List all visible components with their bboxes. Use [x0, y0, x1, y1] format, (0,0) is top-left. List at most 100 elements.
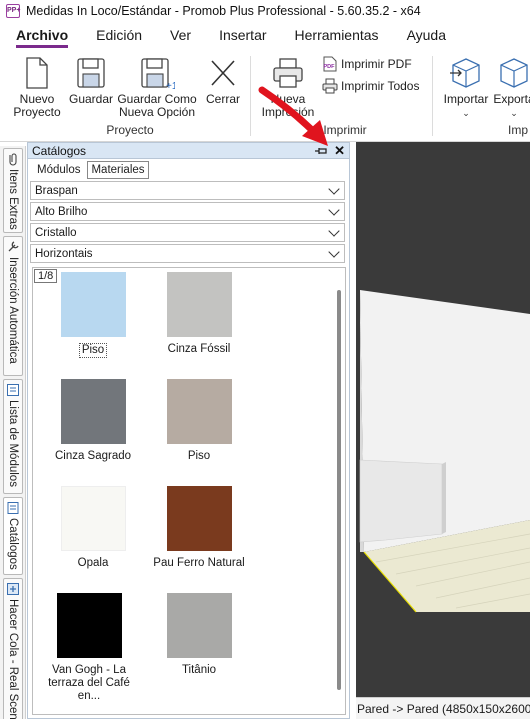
group-label-import: Imp: [508, 123, 529, 137]
tab-insertar[interactable]: Insertar: [219, 27, 266, 48]
material-label: Piso: [187, 450, 211, 462]
material-swatch: [166, 272, 232, 337]
filter-dropdown-orientation[interactable]: Horizontais: [30, 244, 345, 263]
material-swatch: [166, 593, 232, 658]
dropdown-value: Braspan: [35, 184, 78, 197]
side-tab-strip: Itens Extras Inserción Automática Lista …: [0, 146, 26, 719]
material-swatch: [56, 593, 122, 658]
material-swatch: [60, 379, 126, 444]
side-tab-label: Catálogos: [7, 518, 19, 570]
chevron-down-icon: ⌄: [462, 108, 470, 118]
svg-text:PDF: PDF: [324, 64, 336, 70]
material-item[interactable]: Piso: [33, 272, 153, 358]
import-button[interactable]: Importar ⌄: [440, 56, 492, 120]
svg-text:+1: +1: [166, 81, 175, 90]
material-swatch: [60, 272, 126, 337]
material-swatch: [166, 486, 232, 551]
material-item[interactable]: Cinza Sagrado: [33, 379, 153, 463]
close-x-icon: [211, 60, 235, 86]
catalog-panel: Catálogos ✕ Módulos Materiales Braspan A…: [27, 142, 350, 719]
floppy-icon: [77, 58, 105, 88]
filter-dropdown-collection[interactable]: Cristallo: [30, 223, 345, 242]
pdf-icon: PDF: [323, 56, 337, 72]
side-tab-label: Itens Extras: [7, 169, 19, 230]
dropdown-value: Alto Brilho: [35, 205, 88, 218]
filter-dropdown-line[interactable]: Alto Brilho: [30, 202, 345, 221]
tab-ver[interactable]: Ver: [170, 27, 191, 48]
side-tab-itens-extras[interactable]: Itens Extras: [3, 148, 23, 233]
material-label: Pau Ferro Natural: [153, 557, 245, 569]
panel-title: Catálogos: [32, 143, 87, 158]
tab-modulos[interactable]: Módulos: [34, 162, 83, 178]
materials-grid: 1/8 Piso Cinza Fóssil Cinza Sagrado Piso…: [32, 267, 346, 715]
print-pdf-label: Imprimir PDF: [341, 57, 412, 71]
import-label: Importar: [443, 92, 489, 106]
chevron-down-icon: [328, 203, 340, 216]
tab-ayuda[interactable]: Ayuda: [407, 27, 446, 48]
3d-scene: [356, 142, 530, 697]
chevron-down-icon: [328, 224, 340, 237]
side-tab-hacer-cola[interactable]: Hacer Cola - Real Scen: [3, 578, 23, 719]
tab-materiales[interactable]: Materiales: [87, 161, 149, 179]
group-separator: [432, 56, 433, 136]
material-label: Titânio: [181, 664, 217, 676]
chevron-down-icon: [328, 245, 340, 258]
print-all-label: Imprimir Todos: [341, 79, 420, 93]
material-swatch: [166, 379, 232, 444]
material-item[interactable]: Opala: [33, 486, 153, 570]
group-label-proyecto: Proyecto: [106, 123, 154, 137]
new-project-button[interactable]: Nuevo Proyecto: [12, 56, 62, 119]
app-logo: PP+: [6, 4, 20, 18]
material-item[interactable]: Pau Ferro Natural: [139, 486, 259, 570]
material-label: Piso: [78, 343, 108, 358]
scrollbar[interactable]: [333, 268, 345, 714]
side-tab-catalogos[interactable]: Catálogos: [3, 497, 23, 575]
list-icon: [7, 384, 19, 396]
queue-icon: [7, 583, 19, 595]
new-document-icon: [26, 57, 48, 89]
export-cube-icon: [500, 58, 528, 88]
material-label: Van Gogh - La terraza del Café en...: [48, 664, 130, 702]
import-cube-icon: [450, 58, 480, 88]
catalog-icon: [7, 502, 19, 514]
print-pdf-button[interactable]: PDF Imprimir PDF: [322, 56, 412, 72]
material-item[interactable]: Cinza Fóssil: [139, 272, 259, 356]
tab-edicion[interactable]: Edición: [96, 27, 142, 48]
annotation-arrow-icon: [258, 86, 328, 146]
material-label: Cinza Sagrado: [54, 450, 132, 462]
side-tab-label: Lista de Módulos: [7, 400, 19, 487]
new-project-label-2: Proyecto: [13, 105, 61, 119]
paperclip-icon: [9, 153, 17, 166]
material-item[interactable]: Titânio: [139, 593, 259, 677]
filter-dropdown-brand[interactable]: Braspan: [30, 181, 345, 200]
chevron-down-icon: [328, 182, 340, 195]
tab-archivo[interactable]: Archivo: [16, 27, 69, 48]
window-title: Medidas In Loco/Estándar - Promob Plus P…: [26, 4, 421, 18]
new-project-label-1: Nuevo: [19, 92, 55, 106]
save-as-label-1: Guardar Como: [117, 92, 197, 106]
close-project-button[interactable]: Cerrar: [203, 56, 243, 106]
floppy-plus-icon: +1: [141, 58, 175, 90]
close-icon[interactable]: ✕: [334, 144, 345, 157]
tab-herramientas[interactable]: Herramientas: [295, 27, 379, 48]
material-label: Cinza Fóssil: [167, 343, 231, 355]
print-all-button[interactable]: Imprimir Todos: [322, 78, 419, 94]
dropdown-value: Horizontais: [35, 247, 93, 260]
side-tab-lista-modulos[interactable]: Lista de Módulos: [3, 379, 23, 494]
save-as-new-option-button[interactable]: +1 Guardar Como Nueva Opción: [117, 56, 197, 119]
catalog-subtabs: Módulos Materiales: [28, 159, 349, 181]
export-label: Exporta: [493, 92, 530, 106]
dropdown-value: Cristallo: [35, 226, 77, 239]
save-button[interactable]: Guardar: [68, 56, 114, 106]
3d-viewport[interactable]: [356, 142, 530, 697]
side-tab-label: Hacer Cola - Real Scen: [7, 599, 19, 719]
export-button[interactable]: Exporta ⌄: [492, 56, 530, 120]
material-item[interactable]: Van Gogh - La terraza del Café en...: [33, 593, 145, 703]
material-label: Opala: [77, 557, 109, 569]
status-bar: Pared -> Pared (4850x150x2600): [356, 697, 530, 719]
side-tab-insercion-automatica[interactable]: Inserción Automática: [3, 236, 23, 376]
material-item[interactable]: Piso: [139, 379, 259, 463]
wrench-icon: [8, 241, 19, 252]
selection-status: Pared -> Pared (4850x150x2600): [357, 701, 530, 716]
scrollbar-thumb[interactable]: [337, 290, 341, 690]
